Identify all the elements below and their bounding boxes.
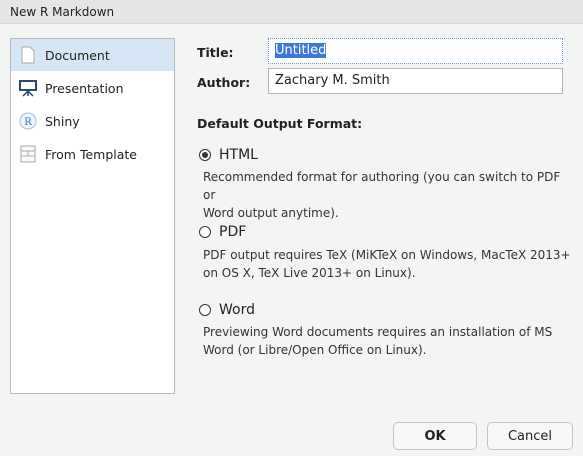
word-description: Previewing Word documents requires an in… — [203, 325, 553, 357]
ok-button[interactable]: OK — [393, 422, 477, 450]
radio-label: Word — [219, 302, 255, 318]
radio-label: HTML — [219, 147, 258, 163]
author-label: Author: — [197, 75, 251, 90]
sidebar-item-label: Document — [45, 47, 110, 63]
html-description: Recommended format for authoring (you ca… — [203, 170, 561, 220]
presentation-icon — [19, 78, 37, 98]
document-icon — [19, 45, 37, 65]
title-label: Title: — [197, 45, 234, 60]
sidebar-item-label: From Template — [45, 146, 137, 162]
template-icon — [19, 144, 37, 164]
radio-pdf[interactable]: PDF — [199, 224, 246, 240]
pdf-description: PDF output requires TeX (MiKTeX on Windo… — [203, 248, 571, 280]
sidebar-item-shiny[interactable]: R Shiny — [11, 105, 174, 137]
cancel-button[interactable]: Cancel — [487, 422, 573, 450]
sidebar-item-label: Shiny — [45, 113, 80, 129]
radio-html[interactable]: HTML — [199, 147, 258, 163]
sidebar-item-label: Presentation — [45, 80, 124, 96]
sidebar-item-document[interactable]: Document — [11, 39, 174, 71]
radio-word[interactable]: Word — [199, 302, 255, 318]
sidebar-item-from-template[interactable]: From Template — [11, 138, 174, 170]
radio-label: PDF — [219, 224, 247, 240]
radio-button[interactable] — [199, 149, 211, 161]
title-value: Untitled — [275, 43, 327, 58]
window-title: New R Markdown — [0, 0, 583, 24]
radio-button[interactable] — [199, 226, 211, 238]
sidebar-item-presentation[interactable]: Presentation — [11, 72, 174, 104]
radio-button[interactable] — [199, 304, 211, 316]
svg-text:R: R — [24, 117, 32, 128]
shiny-r-icon: R — [19, 111, 37, 131]
template-type-list: Document Presentation R Shiny From Templ… — [10, 38, 175, 394]
author-input[interactable]: Zachary M. Smith — [268, 68, 563, 94]
output-format-heading: Default Output Format: — [197, 116, 363, 131]
title-input[interactable]: Untitled — [268, 38, 563, 64]
